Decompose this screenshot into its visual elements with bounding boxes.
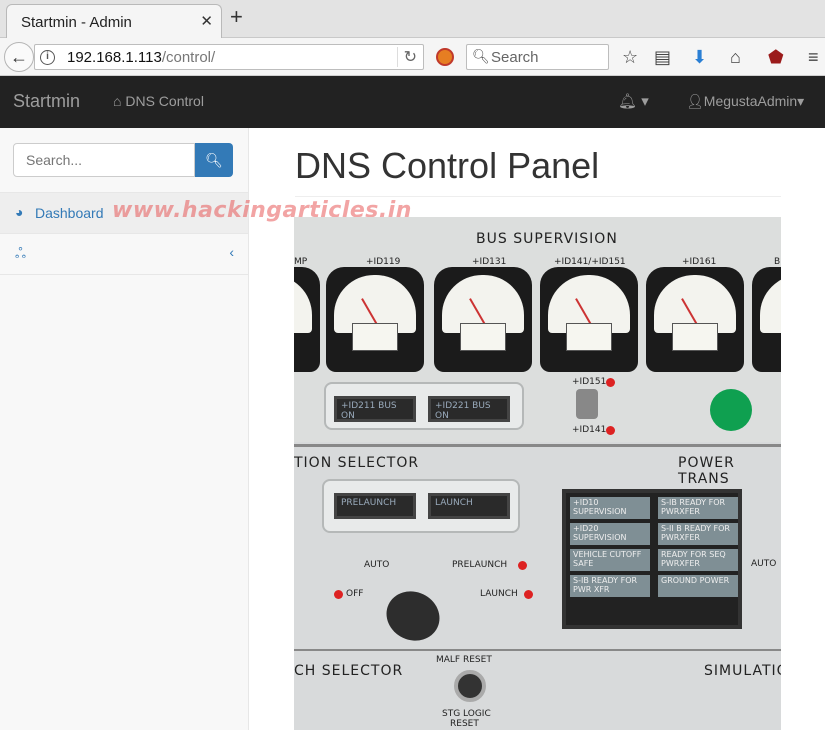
meter-label: +ID131 (472, 257, 507, 267)
indicator-lamp: +ID221 BUS ON (428, 396, 510, 422)
dashboard-icon: ◕ (15, 204, 24, 220)
green-button (710, 389, 752, 431)
browser-tab-bar: Startmin - Admin ✕ + (0, 0, 825, 38)
user-icon: 👤︎ (686, 93, 704, 109)
user-name: MegustaAdmin (703, 93, 798, 109)
browser-search-box[interactable]: 🔍︎ Search (466, 44, 609, 70)
voltmeter (326, 267, 424, 372)
sidebar-search-input[interactable] (13, 143, 195, 177)
ch-selector-label: CH SELECTOR (294, 663, 404, 679)
new-tab-button[interactable]: + (230, 6, 243, 28)
voltmeter (540, 267, 638, 372)
bell-icon: 🔔︎ (618, 93, 638, 110)
page-title: DNS Control Panel (295, 145, 600, 186)
toggle-label: +ID151 (572, 377, 607, 387)
notifications-dropdown[interactable]: 🔔︎ ▾ (618, 92, 649, 110)
reset-label: RESET (450, 719, 479, 729)
tab-close-icon[interactable]: ✕ (200, 12, 213, 30)
toggle-label: +ID141 (572, 425, 607, 435)
back-button[interactable]: ← (4, 42, 34, 72)
malf-reset-label: MALF RESET (436, 655, 492, 665)
red-indicator (606, 378, 615, 387)
url-text[interactable]: 192.168.1.113/control/ (67, 49, 215, 66)
meter-label: +ID141/+ID151 (554, 257, 626, 267)
sidebar-search-button[interactable]: 🔍︎ (195, 143, 233, 177)
voltmeter (434, 267, 532, 372)
tab-title: Startmin - Admin (21, 14, 132, 31)
search-icon: 🔍︎ (472, 48, 490, 64)
brand-link[interactable]: Startmin (13, 91, 80, 112)
download-icon[interactable]: ⬇ (692, 47, 707, 67)
stg-logic-label: STG LOGIC (442, 709, 491, 719)
meter-label: +ID161 (682, 257, 717, 267)
chevron-left-icon[interactable]: ‹ (229, 244, 234, 260)
red-indicator (518, 561, 527, 570)
app-navbar: Startmin ⌂ DNS Control 🔔︎ ▾ 👤︎MegustaAdm… (0, 76, 825, 128)
home-icon[interactable]: ⌂ (730, 47, 741, 67)
sidebar-search: 🔍︎ (13, 143, 233, 177)
voltmeter (646, 267, 744, 372)
power-trans-label: POWER TRANS (678, 455, 735, 487)
simulation-label: SIMULATIO (704, 663, 781, 679)
switch-label: AUTO (364, 560, 390, 570)
meter-label: +ID119 (366, 257, 401, 267)
switch-label: OFF (346, 589, 364, 599)
meter-label: B (774, 257, 781, 267)
toggle-switch (576, 389, 598, 419)
control-panel-image: BUS SUPERVISION MP +ID119 +ID131 +ID141/… (294, 217, 781, 730)
url-bar[interactable]: i 192.168.1.113/control/ ↻ (34, 44, 424, 70)
sidebar-item-label: Dashboard (35, 205, 104, 221)
user-dropdown[interactable]: 👤︎MegustaAdmin▾ (686, 93, 804, 110)
url-path: /control/ (161, 49, 216, 66)
voltmeter (294, 267, 320, 372)
reading-list-icon[interactable]: ▤ (654, 47, 671, 67)
caret-down-icon: ▾ (797, 93, 805, 109)
panel-divider (294, 444, 781, 447)
title-divider (295, 196, 781, 197)
noscript-icon[interactable] (436, 48, 454, 66)
switch-label: PRELAUNCH (452, 560, 508, 570)
nav-dns-label: DNS Control (125, 93, 204, 109)
sitemap-icon: ஃ (15, 245, 26, 261)
power-transfer-lamps: +ID10 SUPERVISION S-IB READY FOR PWRXFER… (562, 489, 742, 629)
browser-toolbar: ← i 192.168.1.113/control/ ↻ 🔍︎ Search ☆… (0, 38, 825, 76)
red-indicator (334, 590, 343, 599)
meter-label: MP (294, 257, 308, 267)
search-icon: 🔍︎ (205, 152, 223, 168)
menu-icon[interactable]: ≡ (808, 47, 819, 67)
bus-supervision-label: BUS SUPERVISION (476, 231, 618, 247)
switch-label: LAUNCH (480, 589, 518, 599)
info-icon[interactable]: i (40, 50, 55, 65)
voltmeter (752, 267, 781, 372)
malf-reset-button (454, 670, 486, 702)
indicator-lamp: LAUNCH (428, 493, 510, 519)
url-host: 192.168.1.113 (67, 49, 162, 66)
browser-tab[interactable]: Startmin - Admin ✕ (6, 4, 222, 38)
browser-search-placeholder: Search (491, 49, 539, 66)
ublock-icon[interactable]: ⬟ (768, 47, 784, 67)
sidebar-item-sitemap[interactable]: ஃ ‹ (0, 234, 248, 274)
reload-icon[interactable]: ↻ (396, 47, 417, 67)
indicator-lamp: +ID211 BUS ON (334, 396, 416, 422)
caret-down-icon: ▾ (641, 93, 649, 110)
panel-divider (294, 649, 781, 651)
divider (0, 274, 248, 275)
red-indicator (606, 426, 615, 435)
tion-selector-label: TION SELECTOR (294, 455, 420, 471)
selector-knob (378, 582, 448, 650)
home-icon: ⌂ (113, 93, 126, 109)
switch-label: AUTO (751, 559, 777, 569)
indicator-lamp: PRELAUNCH (334, 493, 416, 519)
nav-dns-control[interactable]: ⌂ DNS Control (113, 93, 204, 109)
red-indicator (524, 590, 533, 599)
bookmark-star-icon[interactable]: ☆ (622, 47, 638, 67)
